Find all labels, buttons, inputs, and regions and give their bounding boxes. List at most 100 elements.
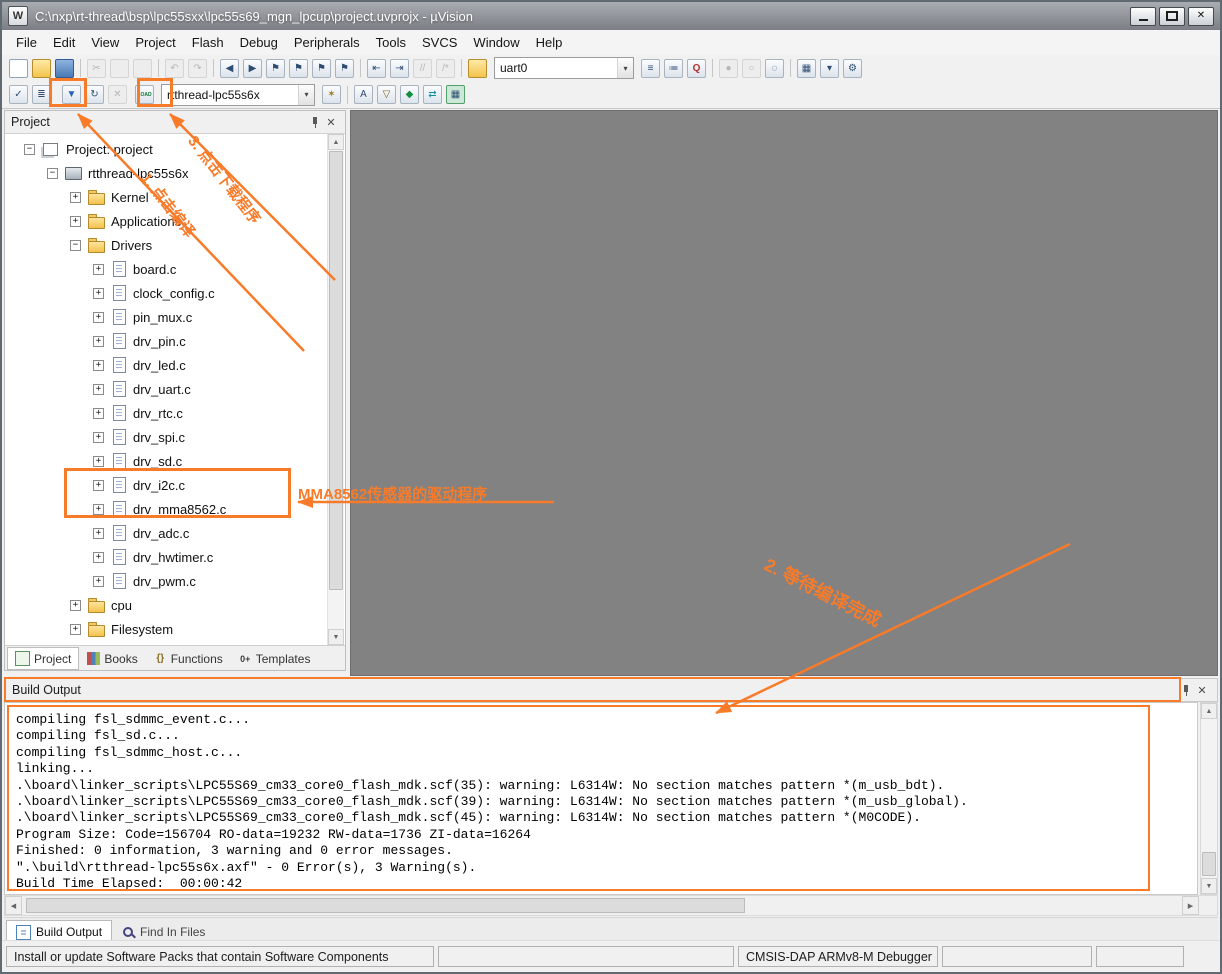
expand-icon[interactable]: + [93, 504, 104, 515]
expand-icon[interactable]: + [93, 480, 104, 491]
bookmark-clear-icon[interactable]: ⚑ [335, 59, 354, 78]
expand-icon[interactable]: + [93, 528, 104, 539]
tree-item-pin-mux-c[interactable]: +pin_mux.c [6, 305, 326, 329]
collapse-icon[interactable]: − [47, 168, 58, 179]
expand-icon[interactable]: + [93, 456, 104, 467]
collapse-icon[interactable]: − [70, 240, 81, 251]
options-for-target-icon[interactable]: ✶ [322, 85, 341, 104]
goto-prev-icon[interactable]: ◀ [220, 59, 239, 78]
chevron-down-icon[interactable]: ▾ [298, 85, 314, 105]
tree-item-clock-config-c[interactable]: +clock_config.c [6, 281, 326, 305]
window-layout-arrow-icon[interactable]: ▾ [820, 59, 839, 78]
menu-peripherals[interactable]: Peripherals [286, 30, 368, 55]
scroll-up-icon[interactable]: ▲ [1201, 703, 1217, 719]
file-extensions-icon[interactable]: A [354, 85, 373, 104]
tree-item-drivers[interactable]: −Drivers [6, 233, 326, 257]
open-file-icon[interactable] [32, 59, 51, 78]
scroll-down-icon[interactable]: ▼ [328, 629, 344, 645]
expand-icon[interactable]: + [93, 312, 104, 323]
menu-project[interactable]: Project [127, 30, 183, 55]
pin-icon[interactable] [1178, 682, 1194, 698]
tab-functions[interactable]: {}Functions [146, 647, 231, 670]
menu-view[interactable]: View [83, 30, 127, 55]
close-panel-icon[interactable]: ✕ [1194, 682, 1210, 698]
scroll-right-icon[interactable]: ▶ [1182, 896, 1199, 915]
incremental-find-icon[interactable]: ≔ [664, 59, 683, 78]
tree-item-drv-sd-c[interactable]: +drv_sd.c [6, 449, 326, 473]
menu-flash[interactable]: Flash [184, 30, 232, 55]
tree-item-drv-uart-c[interactable]: +drv_uart.c [6, 377, 326, 401]
close-icon[interactable] [1188, 7, 1214, 26]
collapse-icon[interactable]: − [24, 144, 35, 155]
update-packs-icon[interactable]: ⇄ [423, 85, 442, 104]
tree-item-cpu[interactable]: +cpu [6, 593, 326, 617]
save-icon[interactable] [55, 59, 74, 78]
manage-rte-icon[interactable]: ◆ [400, 85, 419, 104]
tree-item-drv-pwm-c[interactable]: +drv_pwm.c [6, 569, 326, 593]
expand-icon[interactable]: + [70, 624, 81, 635]
kill-breakpoints-icon[interactable]: ◌ [765, 59, 784, 78]
find-text-combobox[interactable]: uart0▾ [494, 57, 634, 79]
scroll-up-icon[interactable]: ▲ [328, 134, 344, 150]
tree-item-drv-pin-c[interactable]: +drv_pin.c [6, 329, 326, 353]
tree-item-kernel[interactable]: +Kernel [6, 185, 326, 209]
menu-help[interactable]: Help [528, 30, 571, 55]
build-output-hscrollbar[interactable]: ◀ ▶ [4, 895, 1218, 916]
minimize-icon[interactable] [1130, 7, 1156, 26]
tab-project[interactable]: Project [7, 647, 79, 670]
rebuild-icon[interactable]: ↻ [85, 85, 104, 104]
tree-item-rtthread-lpc55s6x[interactable]: −rtthread-lpc55s6x [6, 161, 326, 185]
project-scrollbar[interactable]: ▲ ▼ [327, 134, 344, 645]
scroll-down-icon[interactable]: ▼ [1201, 878, 1217, 894]
pin-icon[interactable] [307, 114, 323, 130]
tree-item-drv-hwtimer-c[interactable]: +drv_hwtimer.c [6, 545, 326, 569]
menu-tools[interactable]: Tools [368, 30, 414, 55]
tree-item-project-project[interactable]: −Project: project [6, 137, 326, 161]
expand-icon[interactable]: + [93, 432, 104, 443]
indent-left-icon[interactable]: ⇤ [367, 59, 386, 78]
goto-next-icon[interactable]: ▶ [243, 59, 262, 78]
close-panel-icon[interactable]: ✕ [323, 114, 339, 130]
expand-icon[interactable]: + [93, 552, 104, 563]
expand-icon[interactable]: + [70, 192, 81, 203]
expand-icon[interactable]: + [93, 408, 104, 419]
bookmark-next-icon[interactable]: ⚑ [312, 59, 331, 78]
configure-icon[interactable]: ⚙ [843, 59, 862, 78]
window-layout-icon[interactable]: ▦ [797, 59, 816, 78]
restore-icon[interactable] [1159, 7, 1185, 26]
tab-books[interactable]: Books [79, 647, 145, 670]
tree-item-drv-adc-c[interactable]: +drv_adc.c [6, 521, 326, 545]
tree-item-drv-mma8562-c[interactable]: +drv_mma8562.c [6, 497, 326, 521]
tree-item-board-c[interactable]: +board.c [6, 257, 326, 281]
tree-item-drv-led-c[interactable]: +drv_led.c [6, 353, 326, 377]
find-in-files-icon[interactable]: Q [687, 59, 706, 78]
expand-icon[interactable]: + [93, 288, 104, 299]
bookmark-toggle-icon[interactable]: ⚑ [266, 59, 285, 78]
menu-svcs[interactable]: SVCS [414, 30, 465, 55]
scroll-left-icon[interactable]: ◀ [5, 896, 22, 915]
load-icon[interactable]: LOAD [135, 85, 154, 104]
build-output-log[interactable]: compiling fsl_sdmmc_event.c... compiling… [4, 702, 1198, 895]
tree-item-drv-i2c-c[interactable]: +drv_i2c.c [6, 473, 326, 497]
expand-icon[interactable]: + [70, 216, 81, 227]
scrollbar-track[interactable] [24, 896, 1180, 915]
tree-item-drv-spi-c[interactable]: +drv_spi.c [6, 425, 326, 449]
expand-icon[interactable]: + [93, 264, 104, 275]
new-file-icon[interactable] [9, 59, 28, 78]
build-output-vscrollbar[interactable]: ▲ ▼ [1200, 702, 1218, 895]
tree-item-drv-rtc-c[interactable]: +drv_rtc.c [6, 401, 326, 425]
pack-installer-icon[interactable]: ▦ [446, 85, 465, 104]
batch-build-icon[interactable]: ≣ [32, 85, 51, 104]
target-combobox[interactable]: rtthread-lpc55s6x▾ [161, 84, 315, 106]
expand-icon[interactable]: + [70, 600, 81, 611]
menu-debug[interactable]: Debug [232, 30, 286, 55]
scrollbar-thumb[interactable] [1202, 852, 1216, 876]
menu-file[interactable]: File [8, 30, 45, 55]
tree-item-applications[interactable]: +Applications [6, 209, 326, 233]
tree-item-filesystem[interactable]: +Filesystem [6, 617, 326, 641]
expand-icon[interactable]: + [93, 336, 104, 347]
expand-icon[interactable]: + [93, 576, 104, 587]
translate-icon[interactable]: ✓ [9, 85, 28, 104]
chevron-down-icon[interactable]: ▾ [617, 58, 633, 78]
tab-templates[interactable]: 0+Templates [231, 647, 319, 670]
